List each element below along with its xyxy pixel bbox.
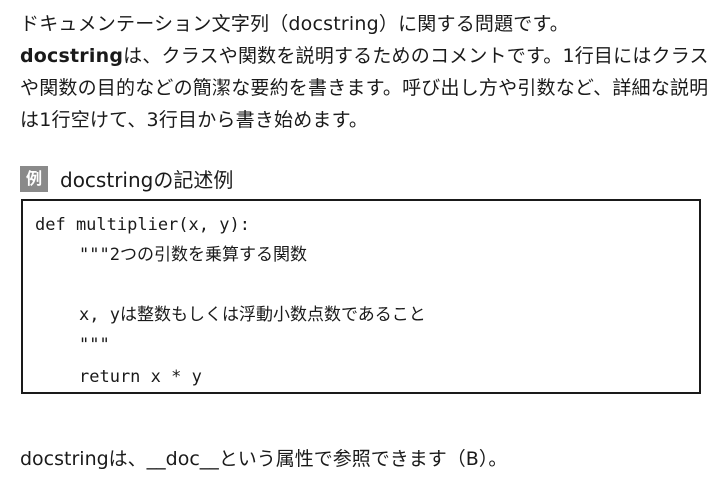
code-line-docstring-open: """2つの引数を乗算する関数 — [79, 245, 307, 265]
code-line-def: def multiplier(x, y): — [35, 215, 250, 235]
intro-text: ドキュメンテーション文字列（docstring）に関する問題です。 docstr… — [20, 8, 710, 136]
example-heading: 例 docstringの記述例 — [20, 164, 233, 193]
code-block: def multiplier(x, y): """2つの引数を乗算する関数 x,… — [21, 199, 701, 394]
example-title: docstringの記述例 — [60, 168, 234, 192]
intro-paragraph: docstringは、クラスや関数を説明するためのコメントです。1行目にはクラス… — [20, 40, 710, 136]
code-line-return: return x * y — [79, 367, 202, 387]
page: ドキュメンテーション文字列（docstring）に関する問題です。 docstr… — [0, 0, 724, 484]
footer-text: docstringは、__doc__という属性で参照できます（B）。 — [20, 448, 508, 470]
code-line-docstring-detail: x, yは整数もしくは浮動小数点数であること — [79, 305, 426, 325]
code-line-docstring-close: """ — [79, 335, 110, 355]
docstring-term: docstring — [20, 45, 124, 67]
example-badge: 例 — [20, 165, 48, 192]
intro-line-1: ドキュメンテーション文字列（docstring）に関する問題です。 — [20, 13, 569, 35]
intro-description: は、クラスや関数を説明するためのコメントです。1行目にはクラスや関数の目的などの… — [20, 45, 709, 131]
